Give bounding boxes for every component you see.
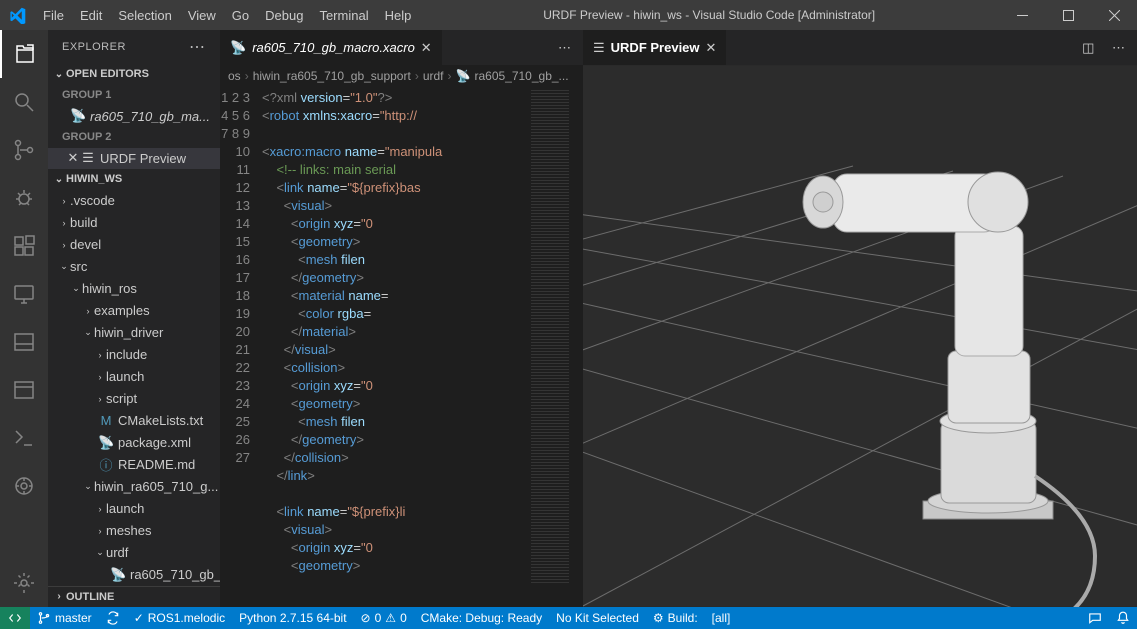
kit-status[interactable]: No Kit Selected	[549, 607, 646, 629]
activity-bar	[0, 30, 48, 607]
explorer-sidebar: EXPLORER⋯ ⌄OPEN EDITORS GROUP 1 📡ra605_7…	[48, 30, 220, 607]
folder-hiwin-ros[interactable]: ⌄hiwin_ros	[48, 278, 220, 300]
more-icon[interactable]: ⋯	[189, 37, 206, 57]
folder-meshes[interactable]: ›meshes	[48, 520, 220, 542]
extensions-icon[interactable]	[0, 222, 48, 270]
explorer-title: EXPLORER⋯	[48, 30, 220, 64]
menu-bar: File Edit Selection View Go Debug Termin…	[35, 8, 419, 23]
ros-status[interactable]: ✓ ROS1.melodic	[127, 607, 232, 629]
folder-launch2[interactable]: ›launch	[48, 498, 220, 520]
build-target[interactable]: [all]	[705, 607, 738, 629]
editor-actions-icon[interactable]: ⋯	[548, 40, 583, 56]
preview-icon: ☰	[593, 40, 605, 56]
folder-hiwin-driver[interactable]: ⌄hiwin_driver	[48, 322, 220, 344]
menu-file[interactable]: File	[35, 8, 72, 23]
split-editor-icon[interactable]: ◫	[1082, 40, 1096, 55]
close-tab-icon[interactable]: ✕	[421, 40, 432, 56]
editor-group-1: 📡 ra605_710_gb_macro.xacro ✕ ⋯ os› hiwin…	[220, 30, 583, 607]
group-2-label: GROUP 2	[48, 127, 220, 148]
rss-icon: 📡	[98, 435, 114, 451]
settings-icon[interactable]	[0, 559, 48, 607]
tab-urdf-preview[interactable]: ☰ URDF Preview ✕	[583, 30, 726, 65]
python-status[interactable]: Python 2.7.15 64-bit	[232, 607, 353, 629]
folder-script[interactable]: ›script	[48, 388, 220, 410]
build-button[interactable]: ⚙ Build:	[646, 607, 705, 629]
editor-group-2: ☰ URDF Preview ✕ ◫ ⋯	[583, 30, 1137, 607]
menu-go[interactable]: Go	[224, 8, 257, 23]
bell-icon[interactable]	[1109, 607, 1137, 629]
problems-status[interactable]: ⊘ 0 ⚠ 0	[354, 607, 414, 629]
code-content[interactable]: <?xml version="1.0"?> <robot xmlns:xacro…	[262, 87, 531, 607]
line-numbers: 1 2 3 4 5 6 7 8 9 10 11 12 13 14 15 16 1…	[220, 87, 262, 607]
group-1-label: GROUP 1	[48, 85, 220, 106]
file-readme[interactable]: ⓘREADME.md	[48, 454, 220, 476]
terminal-icon[interactable]	[0, 414, 48, 462]
open-editor-xacro[interactable]: 📡ra605_710_gb_ma...	[48, 106, 220, 127]
open-editor-preview[interactable]: ✕☰URDF Preview	[48, 148, 220, 169]
folder-build[interactable]: ›build	[48, 212, 220, 234]
info-icon: ⓘ	[98, 455, 114, 474]
outline-section[interactable]: ›OUTLINE	[48, 586, 220, 607]
folder-devel[interactable]: ›devel	[48, 234, 220, 256]
maximize-button[interactable]	[1045, 0, 1091, 30]
open-editors-section[interactable]: ⌄OPEN EDITORS	[48, 64, 220, 85]
menu-selection[interactable]: Selection	[110, 8, 179, 23]
m-icon: M	[98, 413, 114, 428]
rss-icon: 📡	[230, 40, 246, 56]
folder-include[interactable]: ›include	[48, 344, 220, 366]
status-bar: master ✓ ROS1.melodic Python 2.7.15 64-b…	[0, 607, 1137, 629]
cmake-status[interactable]: CMake: Debug: Ready	[414, 607, 549, 629]
file-package-xml[interactable]: 📡package.xml	[48, 432, 220, 454]
folder-ra605-support[interactable]: ⌄hiwin_ra605_710_g...	[48, 476, 220, 498]
ros-icon[interactable]	[0, 462, 48, 510]
source-control-icon[interactable]	[0, 126, 48, 174]
window-title: URDF Preview - hiwin_ws - Visual Studio …	[419, 8, 999, 22]
breadcrumbs[interactable]: os› hiwin_ra605_710_gb_support› urdf› 📡r…	[220, 65, 583, 87]
layout-icon[interactable]	[0, 366, 48, 414]
git-branch[interactable]: master	[30, 607, 99, 629]
urdf-preview-viewport[interactable]	[583, 65, 1137, 607]
menu-view[interactable]: View	[180, 8, 224, 23]
menu-help[interactable]: Help	[377, 8, 420, 23]
vscode-logo-icon	[0, 7, 35, 24]
menu-edit[interactable]: Edit	[72, 8, 110, 23]
tab-xacro-file[interactable]: 📡 ra605_710_gb_macro.xacro ✕	[220, 30, 442, 65]
folder-examples[interactable]: ›examples	[48, 300, 220, 322]
title-bar: File Edit Selection View Go Debug Termin…	[0, 0, 1137, 30]
code-editor[interactable]: 1 2 3 4 5 6 7 8 9 10 11 12 13 14 15 16 1…	[220, 87, 583, 607]
explorer-icon[interactable]	[0, 30, 48, 78]
minimize-button[interactable]	[999, 0, 1045, 30]
file-ra605-gb[interactable]: 📡ra605_710_gb_...	[48, 564, 220, 586]
search-icon[interactable]	[0, 78, 48, 126]
remote-indicator[interactable]	[0, 607, 30, 629]
folder-vscode[interactable]: ›.vscode	[48, 190, 220, 212]
menu-debug[interactable]: Debug	[257, 8, 311, 23]
debug-icon[interactable]	[0, 174, 48, 222]
panel-icon[interactable]	[0, 318, 48, 366]
folder-src[interactable]: ⌄src	[48, 256, 220, 278]
remote-icon[interactable]	[0, 270, 48, 318]
workspace-section[interactable]: ⌄HIWIN_WS	[48, 169, 220, 190]
file-cmakelists[interactable]: MCMakeLists.txt	[48, 410, 220, 432]
more-actions-icon[interactable]: ⋯	[1112, 40, 1127, 55]
close-tab-icon[interactable]: ✕	[706, 40, 717, 56]
feedback-icon[interactable]	[1081, 607, 1109, 629]
rss-icon: 📡	[110, 567, 126, 583]
close-button[interactable]	[1091, 0, 1137, 30]
preview-icon: ☰	[80, 150, 96, 166]
sync-button[interactable]	[99, 607, 127, 629]
folder-launch[interactable]: ›launch	[48, 366, 220, 388]
rss-icon: 📡	[456, 69, 471, 83]
folder-urdf[interactable]: ⌄urdf	[48, 542, 220, 564]
minimap[interactable]	[531, 89, 569, 583]
rss-icon: 📡	[70, 108, 86, 124]
menu-terminal[interactable]: Terminal	[311, 8, 376, 23]
